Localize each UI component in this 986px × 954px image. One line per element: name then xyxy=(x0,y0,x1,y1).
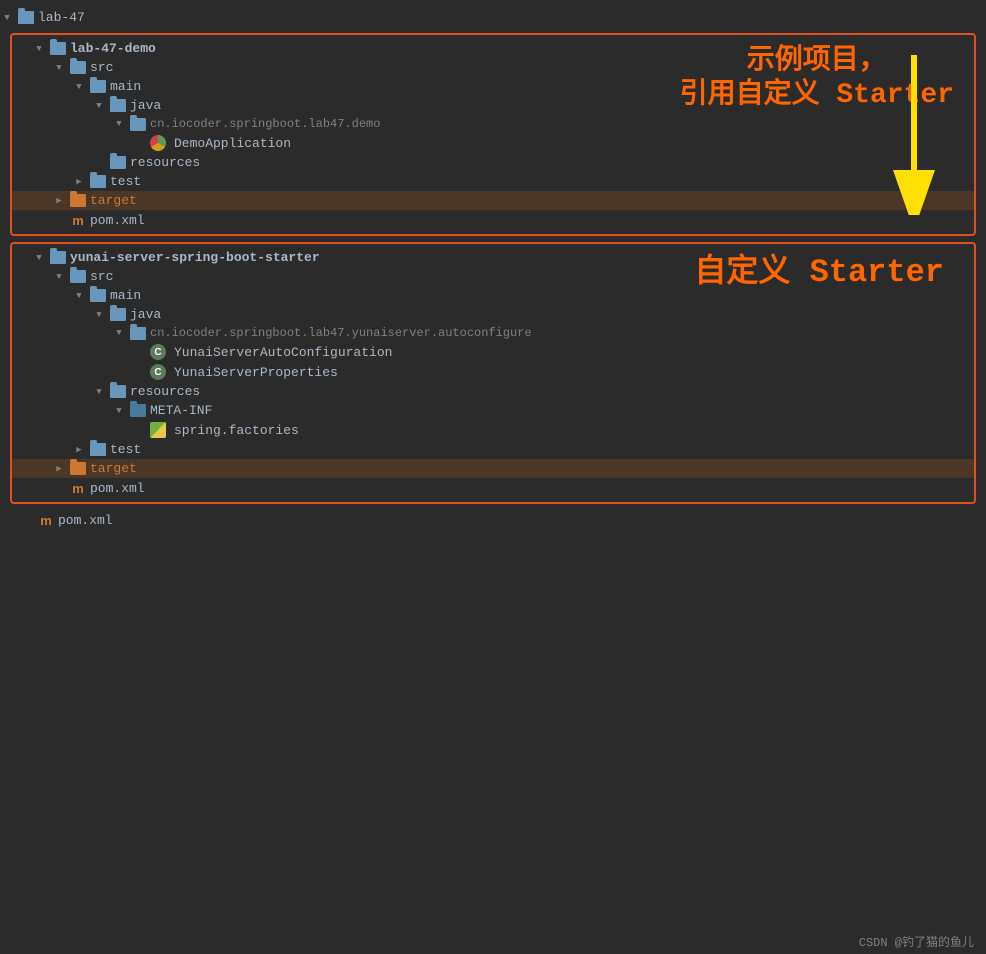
s2-main-arrow xyxy=(72,289,86,303)
s1-target-arrow xyxy=(52,194,66,208)
s2-properties[interactable]: C YunaiServerProperties xyxy=(12,362,974,382)
root-arrow xyxy=(0,11,14,25)
s2-res-arrow xyxy=(92,385,106,399)
s2-package-label: cn.iocoder.springboot.lab47.yunaiserver.… xyxy=(150,326,532,340)
s1-pom-label: pom.xml xyxy=(90,213,145,228)
s1-demoapp[interactable]: DemoApplication xyxy=(12,133,974,153)
s2-target-arrow xyxy=(52,462,66,476)
s2-autoconfig-label: YunaiServerAutoConfiguration xyxy=(174,345,392,360)
s2-metainf-arrow xyxy=(112,404,126,418)
s2-metainf-icon xyxy=(130,404,146,417)
s2-test-label: test xyxy=(110,442,141,457)
section1-label: lab-47-demo xyxy=(70,41,156,56)
section1-box: 示例项目， 引用自定义 Starter lab-47-demo xyxy=(10,33,976,236)
s2-src[interactable]: src xyxy=(12,267,974,286)
s1-resources[interactable]: resources xyxy=(12,153,974,172)
s2-package-icon xyxy=(130,327,146,340)
s2-res-icon xyxy=(110,385,126,398)
s2-java[interactable]: java xyxy=(12,305,974,324)
s2-pom[interactable]: m pom.xml xyxy=(12,478,974,498)
s2-src-arrow xyxy=(52,270,66,284)
s1-res-label: resources xyxy=(130,155,200,170)
s1-java[interactable]: java xyxy=(12,96,974,115)
s2-package-arrow xyxy=(112,326,126,340)
credit-label: CSDN @钓了猫的鱼儿 xyxy=(859,933,974,950)
s1-main[interactable]: main xyxy=(12,77,974,96)
s2-target-icon xyxy=(70,462,86,475)
root-folder-icon xyxy=(18,11,34,24)
s2-autoconfig-icon: C xyxy=(150,344,166,360)
s2-test[interactable]: test xyxy=(12,440,974,459)
section2-box: 自定义 Starter yunai-server-spring-boot-sta… xyxy=(10,242,976,504)
s1-pom-icon: m xyxy=(70,212,86,228)
s2-pom-label: pom.xml xyxy=(90,481,145,496)
section2-folder-icon xyxy=(50,251,66,264)
s1-java-label: java xyxy=(130,98,161,113)
s1-package-label: cn.iocoder.springboot.lab47.demo xyxy=(150,117,380,131)
s2-test-icon xyxy=(90,443,106,456)
section1-root-item[interactable]: lab-47-demo xyxy=(12,39,974,58)
s1-src-icon xyxy=(70,61,86,74)
root-label: lab-47 xyxy=(38,10,85,25)
s2-target[interactable]: target xyxy=(12,459,974,478)
s2-resources[interactable]: resources xyxy=(12,382,974,401)
s2-metainf-label: META-INF xyxy=(150,403,212,418)
s2-main-icon xyxy=(90,289,106,302)
s1-java-icon xyxy=(110,99,126,112)
s1-src[interactable]: src xyxy=(12,58,974,77)
s2-java-icon xyxy=(110,308,126,321)
section2-arrow xyxy=(32,251,46,265)
s1-main-arrow xyxy=(72,80,86,94)
s1-demoapp-label: DemoApplication xyxy=(174,136,291,151)
s1-target-icon xyxy=(70,194,86,207)
s2-pom-icon: m xyxy=(70,480,86,496)
bottom-bar: CSDN @钓了猫的鱼儿 xyxy=(0,929,986,954)
s1-target-label: target xyxy=(90,193,137,208)
s2-factories-label: spring.factories xyxy=(174,423,299,438)
s2-src-icon xyxy=(70,270,86,283)
s2-factories-icon xyxy=(150,422,166,438)
root-pom[interactable]: m pom.xml xyxy=(0,510,986,530)
section2-root-item[interactable]: yunai-server-spring-boot-starter xyxy=(12,248,974,267)
s1-package-icon xyxy=(130,118,146,131)
section2-label: yunai-server-spring-boot-starter xyxy=(70,250,320,265)
s2-target-label: target xyxy=(90,461,137,476)
root-pom-icon: m xyxy=(38,512,54,528)
root-pom-label: pom.xml xyxy=(58,513,113,528)
s2-autoconfig[interactable]: C YunaiServerAutoConfiguration xyxy=(12,342,974,362)
section1-arrow xyxy=(32,42,46,56)
s2-java-arrow xyxy=(92,308,106,322)
s2-metainf[interactable]: META-INF xyxy=(12,401,974,420)
s1-java-arrow xyxy=(92,99,106,113)
section1-folder-icon xyxy=(50,42,66,55)
s2-props-label: YunaiServerProperties xyxy=(174,365,338,380)
s2-spring-factories[interactable]: spring.factories xyxy=(12,420,974,440)
s2-package[interactable]: cn.iocoder.springboot.lab47.yunaiserver.… xyxy=(12,324,974,342)
s1-test[interactable]: test xyxy=(12,172,974,191)
s1-main-icon xyxy=(90,80,106,93)
s1-test-arrow xyxy=(72,175,86,189)
s1-res-icon xyxy=(110,156,126,169)
s1-package[interactable]: cn.iocoder.springboot.lab47.demo xyxy=(12,115,974,133)
s1-target[interactable]: target xyxy=(12,191,974,210)
s1-pom[interactable]: m pom.xml xyxy=(12,210,974,230)
s1-demoapp-icon xyxy=(150,135,166,151)
s2-main[interactable]: main xyxy=(12,286,974,305)
s2-test-arrow xyxy=(72,443,86,457)
s1-package-arrow xyxy=(112,117,126,131)
s2-java-label: java xyxy=(130,307,161,322)
root-item: lab-47 xyxy=(0,8,986,27)
s1-test-label: test xyxy=(110,174,141,189)
s1-main-label: main xyxy=(110,79,141,94)
s2-res-label: resources xyxy=(130,384,200,399)
s2-props-icon: C xyxy=(150,364,166,380)
s1-src-arrow xyxy=(52,61,66,75)
s1-test-icon xyxy=(90,175,106,188)
s2-src-label: src xyxy=(90,269,113,284)
s2-main-label: main xyxy=(110,288,141,303)
s1-src-label: src xyxy=(90,60,113,75)
